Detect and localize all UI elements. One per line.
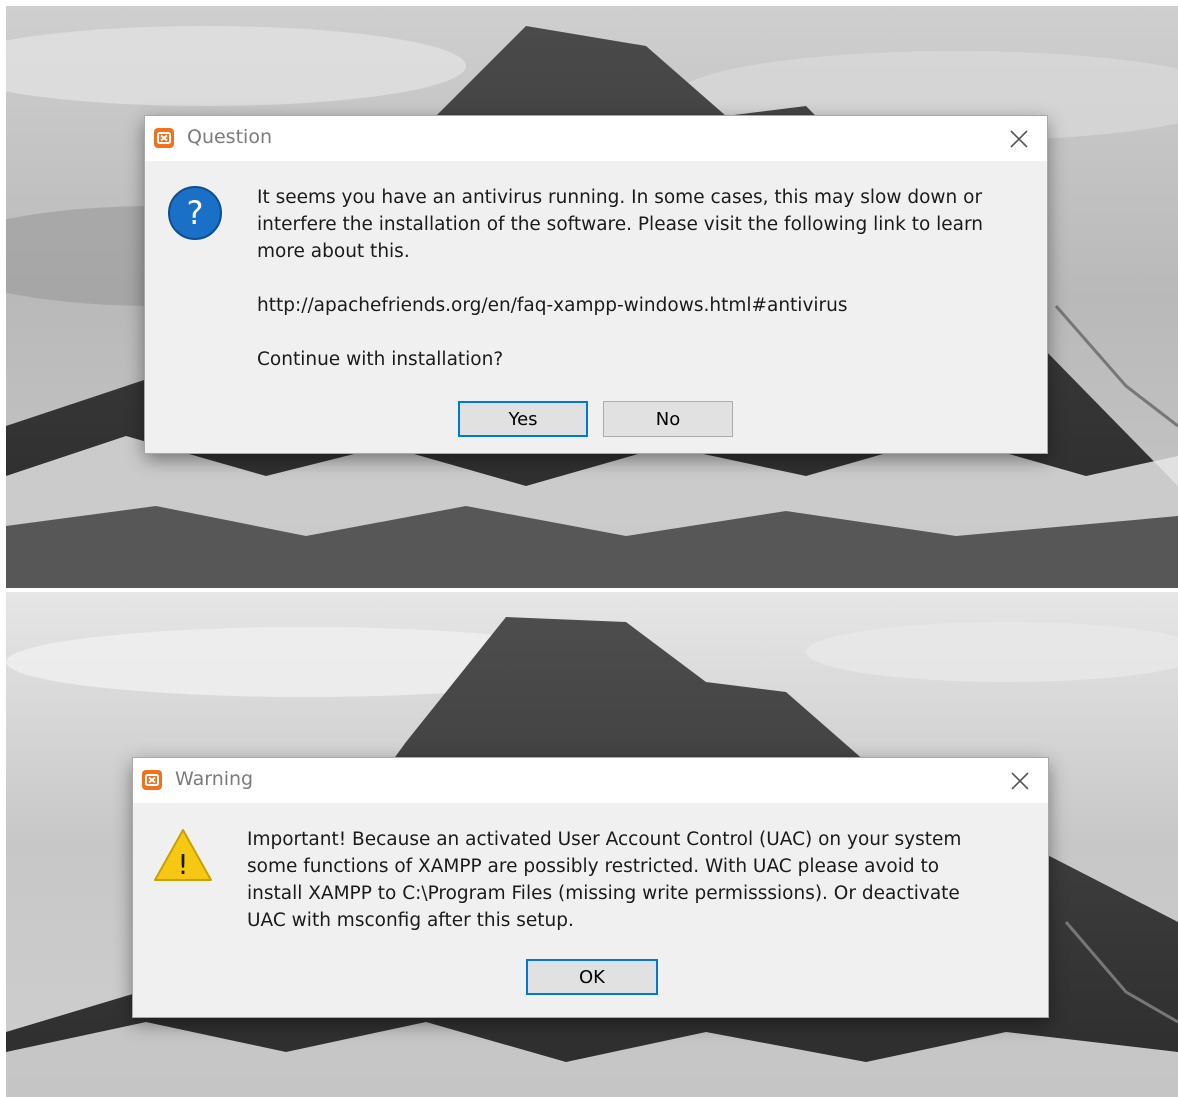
close-button[interactable] — [991, 116, 1047, 161]
continue-prompt: Continue with installation? — [257, 349, 504, 370]
warning-message: Important! Because an activated User Acc… — [247, 826, 1027, 934]
message-line: install XAMPP to C:\Program Files (missi… — [247, 883, 960, 904]
warning-titlebar: Warning — [133, 758, 1048, 803]
message-line: some functions of XAMPP are possibly res… — [247, 856, 940, 877]
message-line: Important! Because an activated User Acc… — [247, 829, 962, 850]
question-icon: ? — [168, 186, 222, 240]
no-button[interactable]: No — [603, 401, 733, 437]
yes-button[interactable]: Yes — [458, 401, 588, 437]
question-dialog: Question ? It seems you have an antiviru… — [145, 116, 1047, 453]
close-icon — [1011, 771, 1029, 790]
svg-text:!: ! — [177, 848, 188, 881]
xampp-app-icon — [154, 128, 174, 148]
message-line: interfere the installation of the softwa… — [257, 214, 984, 235]
question-message: It seems you have an antivirus running. … — [257, 184, 1017, 373]
top-screenshot-panel: Question ? It seems you have an antiviru… — [6, 6, 1178, 588]
warning-dialog: Warning ! Important! Because an activate… — [133, 758, 1048, 1017]
ok-button[interactable]: OK — [526, 959, 658, 995]
close-icon — [1010, 129, 1028, 148]
antivirus-link-text: http://apachefriends.org/en/faq-xampp-wi… — [257, 295, 848, 316]
question-titlebar: Question — [145, 116, 1047, 161]
question-title: Question — [187, 126, 272, 148]
message-line: more about this. — [257, 241, 410, 262]
svg-text:?: ? — [187, 194, 204, 232]
message-line: UAC with msconfig after this setup. — [247, 910, 574, 931]
bottom-screenshot-panel: Warning ! Important! Because an activate… — [6, 592, 1178, 1097]
warning-title: Warning — [175, 768, 254, 790]
message-line: It seems you have an antivirus running. … — [257, 187, 983, 208]
close-button[interactable] — [992, 758, 1048, 803]
warning-icon: ! — [154, 829, 212, 881]
xampp-app-icon — [142, 770, 162, 790]
